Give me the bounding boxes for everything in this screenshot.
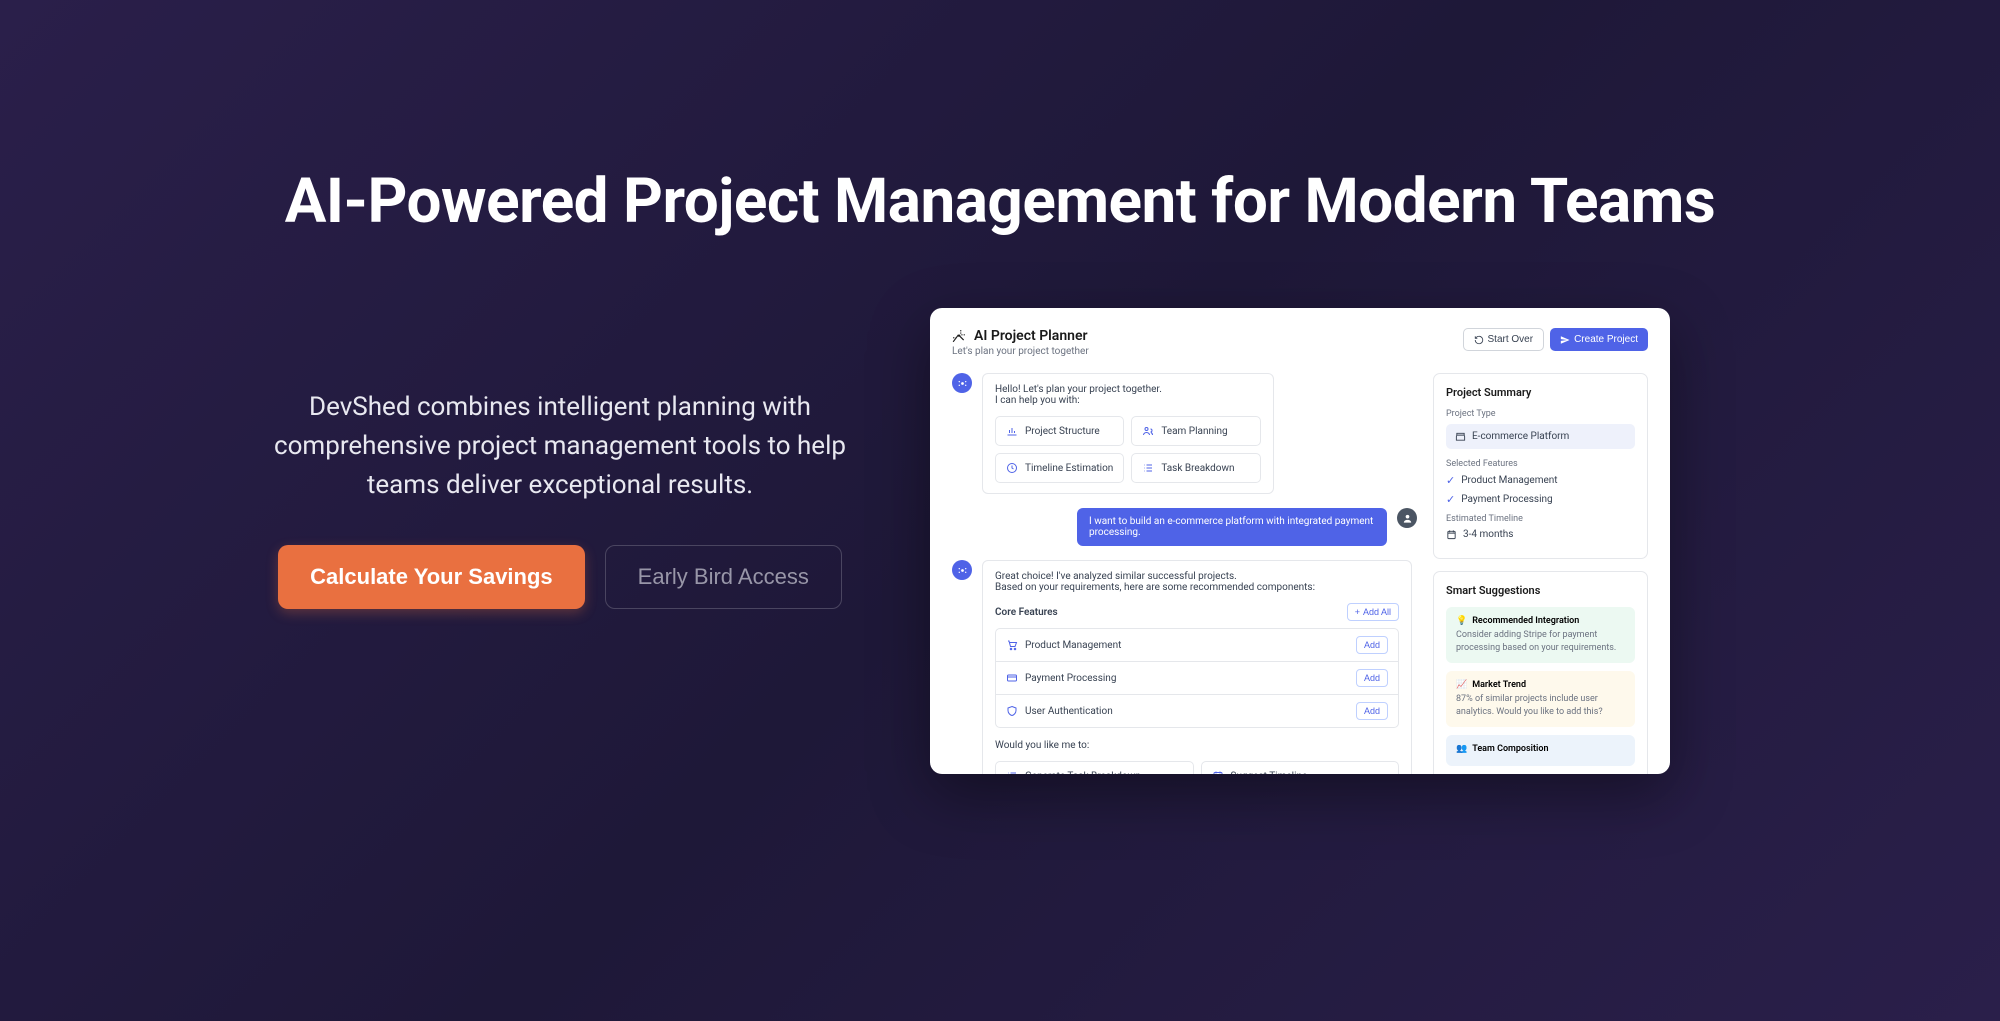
wand-icon — [952, 329, 966, 343]
followup-prompt: Would you like me to: — [995, 740, 1399, 751]
cart-icon — [1006, 639, 1018, 651]
calculate-savings-button[interactable]: Calculate Your Savings — [278, 545, 585, 609]
selected-features-label: Selected Features — [1446, 459, 1635, 469]
team-icon: 👥 — [1456, 744, 1467, 754]
list-icon — [1142, 462, 1154, 474]
feature-row: User Authentication Add — [995, 695, 1399, 728]
ai-avatar — [952, 560, 972, 580]
create-project-button[interactable]: Create Project — [1550, 328, 1648, 351]
ai-message: Hello! Let's plan your project together.… — [982, 373, 1274, 494]
suggestion-item: 📈Market Trend 87% of similar projects in… — [1446, 671, 1635, 727]
feature-row: Payment Processing Add — [995, 662, 1399, 695]
smart-suggestions-card: Smart Suggestions 💡Recommended Integrati… — [1433, 571, 1648, 774]
mockup-subtitle: Let's plan your project together — [952, 346, 1089, 357]
card-icon — [1006, 672, 1018, 684]
rotate-icon — [1474, 335, 1484, 345]
users-icon — [1142, 425, 1154, 437]
shield-icon — [1006, 705, 1018, 717]
add-button[interactable]: Add — [1356, 702, 1388, 720]
timeline-value: 3-4 months — [1446, 529, 1635, 540]
calendar-icon — [1212, 770, 1224, 774]
tile-task-breakdown[interactable]: Task Breakdown — [1131, 453, 1260, 483]
send-icon — [1560, 335, 1570, 345]
action-suggest-timeline[interactable]: Suggest Timeline — [1201, 761, 1400, 774]
feature-row: Product Management Add — [995, 628, 1399, 662]
project-summary-card: Project Summary Project Type E-commerce … — [1433, 373, 1648, 559]
app-mockup: AI Project Planner Let's plan your proje… — [930, 308, 1670, 774]
ai-avatar — [952, 373, 972, 393]
suggestions-title: Smart Suggestions — [1446, 584, 1635, 597]
add-all-button[interactable]: + Add All — [1347, 603, 1399, 621]
store-icon — [1455, 431, 1466, 442]
start-over-button[interactable]: Start Over — [1463, 328, 1545, 351]
tile-timeline[interactable]: Timeline Estimation — [995, 453, 1124, 483]
action-generate-breakdown[interactable]: Generate Task Breakdown — [995, 761, 1194, 774]
check-icon: ✓ — [1446, 474, 1455, 487]
tile-project-structure[interactable]: Project Structure — [995, 416, 1124, 446]
add-button[interactable]: Add — [1356, 669, 1388, 687]
user-message: I want to build an e-commerce platform w… — [1077, 508, 1387, 546]
bulb-icon: 💡 — [1456, 616, 1467, 626]
add-button[interactable]: Add — [1356, 636, 1388, 654]
hero-subtitle: DevShed combines intelligent planning wi… — [250, 388, 870, 505]
suggestion-item: 👥Team Composition — [1446, 735, 1635, 766]
selected-feature: ✓Payment Processing — [1446, 493, 1635, 506]
check-icon: ✓ — [1446, 493, 1455, 506]
list-icon — [1006, 770, 1018, 774]
clock-icon — [1006, 462, 1018, 474]
project-type-label: Project Type — [1446, 409, 1635, 419]
suggestion-item: 💡Recommended Integration Consider adding… — [1446, 607, 1635, 663]
early-bird-button[interactable]: Early Bird Access — [605, 545, 842, 609]
project-type-value: E-commerce Platform — [1446, 424, 1635, 449]
ai-message: Great choice! I've analyzed similar succ… — [982, 560, 1412, 774]
trend-icon: 📈 — [1456, 680, 1467, 690]
user-avatar — [1397, 508, 1417, 528]
calendar-icon — [1446, 529, 1457, 540]
selected-feature: ✓Product Management — [1446, 474, 1635, 487]
tile-team-planning[interactable]: Team Planning — [1131, 416, 1260, 446]
chart-icon — [1006, 425, 1018, 437]
mockup-title: AI Project Planner — [974, 328, 1088, 344]
timeline-label: Estimated Timeline — [1446, 514, 1635, 524]
plus-icon: + — [1355, 607, 1360, 617]
core-features-label: Core Features — [995, 607, 1058, 618]
hero-title: AI-Powered Project Management for Modern… — [100, 165, 1900, 238]
summary-title: Project Summary — [1446, 386, 1635, 399]
